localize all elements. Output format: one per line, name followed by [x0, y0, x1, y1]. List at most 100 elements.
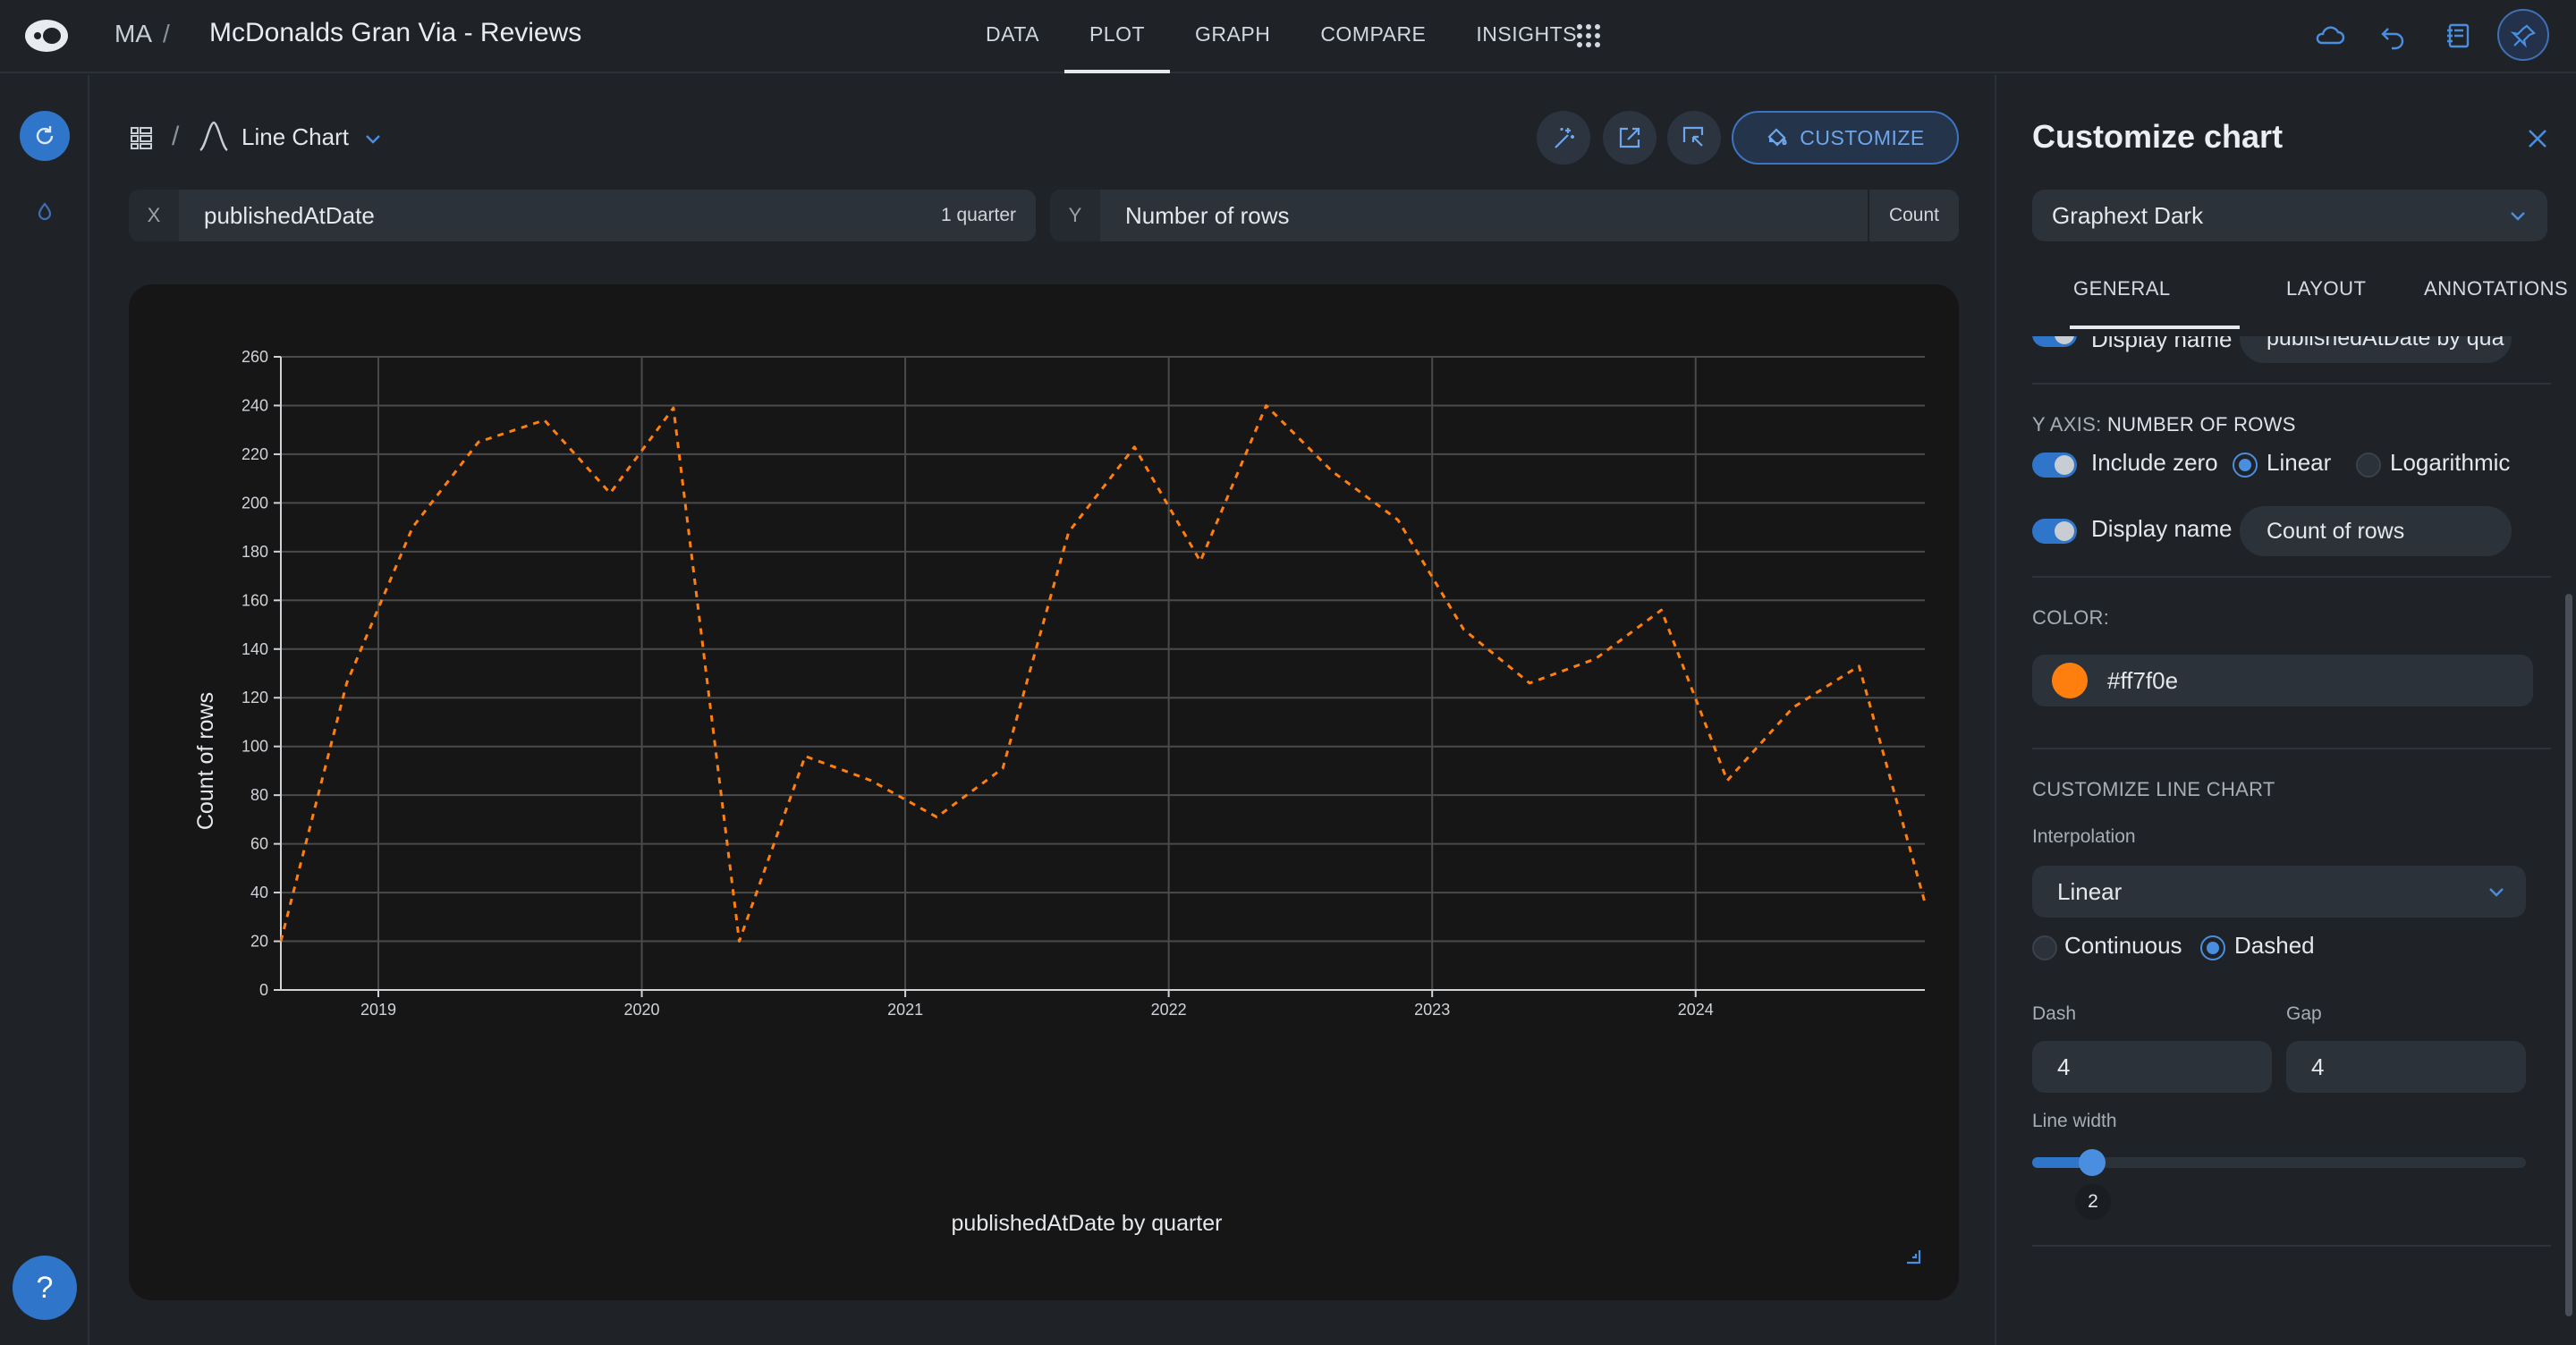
chart-grid	[281, 356, 1925, 991]
cloud-icon[interactable]	[2313, 20, 2345, 52]
data-point[interactable]	[536, 411, 554, 429]
tab-graph[interactable]: GRAPH	[1170, 0, 1295, 73]
panel-scroll-area[interactable]: Display name publishedAtDate by qua Y AX…	[1996, 336, 2576, 1345]
data-point[interactable]	[470, 433, 487, 451]
scale-log-radio[interactable]	[2356, 453, 2381, 478]
color-swatch[interactable]	[2052, 663, 2088, 698]
x-tick-label: 2022	[1151, 1001, 1187, 1019]
x-axis-column[interactable]: publishedAtDate	[204, 202, 375, 230]
chart-type-selector[interactable]: Line Chart	[242, 123, 349, 151]
color-input[interactable]: #ff7f0e	[2032, 655, 2533, 706]
logo-icon[interactable]	[21, 16, 72, 55]
panel-scrollbar[interactable]	[2565, 594, 2572, 1316]
continuous-radio[interactable]	[2032, 935, 2057, 960]
line-width-slider-thumb[interactable]	[2079, 1149, 2106, 1176]
data-point[interactable]	[1191, 553, 1209, 571]
data-point[interactable]	[403, 519, 421, 537]
close-icon[interactable]	[2524, 125, 2551, 152]
data-point[interactable]	[1521, 674, 1538, 692]
x-display-name-input[interactable]: publishedAtDate by qua	[2240, 336, 2512, 363]
gap-input[interactable]: 4	[2286, 1041, 2526, 1093]
refresh-button[interactable]	[20, 111, 70, 161]
pin-button[interactable]	[2497, 9, 2549, 61]
dashed-radio[interactable]	[2200, 935, 2225, 960]
chart-gallery-icon[interactable]	[129, 125, 154, 150]
tab-annotations[interactable]: ANNOTATIONS	[2424, 277, 2568, 329]
data-point[interactable]	[928, 808, 945, 826]
y-tick-label: 100	[242, 738, 268, 756]
interpolation-select[interactable]: Linear	[2032, 866, 2526, 918]
y-axis-prefix: Y AXIS:	[2032, 413, 2102, 436]
paint-bucket-icon	[1767, 128, 1787, 147]
top-bar: MA / McDonalds Gran Via - Reviews DATA P…	[0, 0, 2576, 73]
y-axis-column[interactable]: Number of rows	[1125, 202, 1290, 230]
data-point[interactable]	[1389, 511, 1407, 529]
export-button[interactable]	[1603, 111, 1657, 165]
customize-button[interactable]: CUSTOMIZE	[1732, 111, 1959, 165]
tab-layout[interactable]: LAYOUT	[2286, 277, 2366, 329]
data-point[interactable]	[1060, 523, 1078, 541]
tab-data[interactable]: DATA	[961, 0, 1064, 73]
y-axis-aggregation[interactable]: Count	[1867, 190, 1959, 241]
project-title[interactable]: McDonalds Gran Via - Reviews	[209, 18, 581, 48]
y-axis-section-label: Y AXIS: NUMBER OF ROWS	[2032, 413, 2296, 436]
data-point[interactable]	[1587, 650, 1605, 668]
chevron-down-icon[interactable]	[363, 129, 383, 148]
data-point[interactable]	[601, 484, 619, 502]
data-point[interactable]	[1916, 893, 1934, 911]
tab-plot[interactable]: PLOT	[1063, 0, 1171, 73]
magic-wand-button[interactable]	[1537, 111, 1590, 165]
screenshot-button[interactable]	[1667, 111, 1721, 165]
y-display-name-input[interactable]: Count of rows	[2240, 506, 2512, 556]
help-button[interactable]: ?	[13, 1256, 77, 1320]
undo-icon[interactable]	[2377, 20, 2410, 52]
x-display-name-toggle[interactable]	[2032, 336, 2077, 347]
tab-compare[interactable]: COMPARE	[1295, 0, 1451, 73]
divider	[2032, 383, 2551, 385]
scale-linear-radio[interactable]	[2233, 453, 2258, 478]
data-point[interactable]	[1652, 601, 1670, 619]
dash-input[interactable]: 4	[2032, 1041, 2272, 1093]
data-point[interactable]	[1784, 698, 1802, 716]
apps-grid-icon[interactable]	[1576, 23, 1601, 48]
x-axis-field[interactable]: X publishedAtDate 1 quarter	[129, 190, 1036, 241]
y-tick-label: 200	[242, 494, 268, 512]
resize-handle-icon[interactable]	[1903, 1247, 1923, 1266]
notebook-icon[interactable]	[2442, 20, 2474, 52]
panel-title: Customize chart	[2032, 118, 2284, 155]
y-axis-title: Count of rows	[193, 692, 218, 830]
data-point[interactable]	[1850, 657, 1868, 675]
data-point[interactable]	[994, 759, 1012, 777]
drop-icon[interactable]	[34, 200, 55, 222]
y-axis-field[interactable]: Y Number of rows Count	[1050, 190, 1959, 241]
data-point[interactable]	[665, 399, 682, 417]
tab-general-label: GENERAL	[2073, 277, 2171, 300]
data-point[interactable]	[1323, 462, 1341, 480]
chevron-down-icon	[2489, 888, 2504, 897]
series-line[interactable]	[279, 404, 1927, 943]
data-point[interactable]	[796, 748, 814, 766]
include-zero-toggle[interactable]	[2032, 453, 2077, 478]
data-point[interactable]	[862, 772, 880, 790]
tab-general[interactable]: GENERAL	[2070, 277, 2240, 329]
data-point[interactable]	[338, 674, 356, 692]
color-value: #ff7f0e	[2107, 667, 2179, 694]
data-point[interactable]	[1125, 438, 1143, 456]
y-display-name-toggle[interactable]	[2032, 519, 2077, 544]
left-rail: ?	[0, 75, 89, 1345]
data-point[interactable]	[1455, 621, 1473, 639]
workspace-breadcrumb[interactable]: MA	[114, 20, 152, 48]
theme-select[interactable]: Graphext Dark	[2032, 190, 2547, 241]
data-point[interactable]	[272, 933, 290, 951]
screenshot-icon	[1682, 126, 1704, 147]
line-chart[interactable]: 0 20 40 60 80 100 120 140 160 180 200 220 240 260 2019…	[129, 284, 1959, 1300]
data-point[interactable]	[1258, 396, 1275, 414]
scale-log-label: Logarithmic	[2390, 449, 2511, 476]
line-width-slider[interactable]	[2032, 1157, 2526, 1168]
chart-card: 0 20 40 60 80 100 120 140 160 180 200 220 240 260 2019…	[129, 284, 1959, 1300]
divider	[2032, 748, 2551, 749]
data-point[interactable]	[731, 933, 749, 951]
data-point[interactable]	[1718, 772, 1736, 790]
x-axis-aggregation[interactable]: 1 quarter	[921, 190, 1036, 241]
panel-tabs: GENERAL LAYOUT ANNOTATIONS	[2032, 277, 2576, 329]
